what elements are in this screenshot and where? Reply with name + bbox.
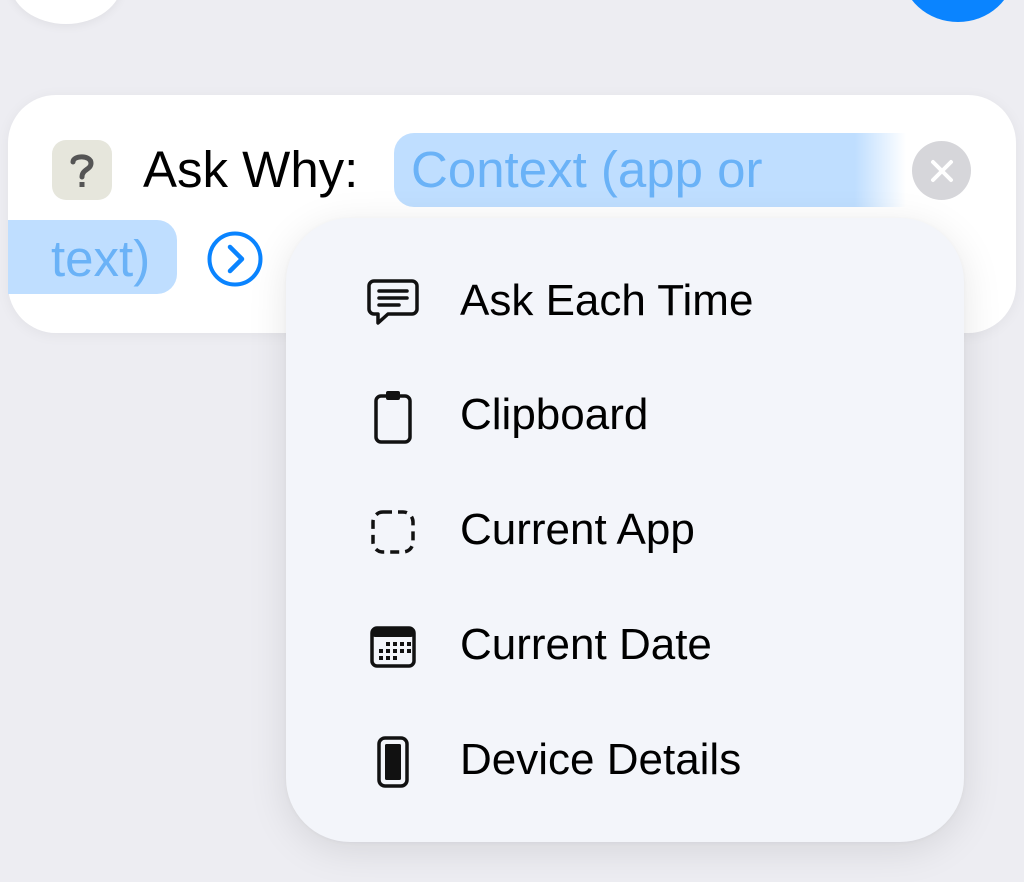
action-title: Ask Why: — [143, 141, 359, 198]
calendar-icon — [364, 618, 422, 676]
message-bubble-icon — [364, 274, 422, 332]
menu-item-label: Current Date — [460, 620, 712, 669]
menu-item-ask-each-time[interactable]: Ask Each Time — [286, 247, 964, 357]
menu-item-current-date[interactable]: Current Date — [286, 591, 964, 701]
context-variable-token-continued[interactable]: text) — [8, 220, 177, 294]
menu-item-device-details[interactable]: Device Details — [286, 706, 964, 816]
menu-item-label: Current App — [460, 505, 695, 554]
context-variable-token[interactable]: Context (app or — [394, 133, 906, 207]
menu-item-label: Clipboard — [460, 390, 649, 439]
clear-x-icon[interactable] — [912, 141, 971, 200]
menu-item-current-app[interactable]: Current App — [286, 476, 964, 586]
menu-item-label: Ask Each Time — [460, 276, 754, 325]
menu-item-clipboard[interactable]: Clipboard — [286, 361, 964, 471]
partial-action-button-left[interactable] — [10, 0, 122, 24]
chevron-right-circle-icon[interactable] — [206, 230, 264, 288]
dashed-square-icon — [364, 503, 422, 561]
phone-icon — [364, 733, 422, 791]
clipboard-icon — [364, 388, 422, 446]
partial-run-button[interactable] — [902, 0, 1014, 22]
question-mark-icon — [52, 140, 112, 200]
menu-item-label: Device Details — [460, 735, 742, 784]
